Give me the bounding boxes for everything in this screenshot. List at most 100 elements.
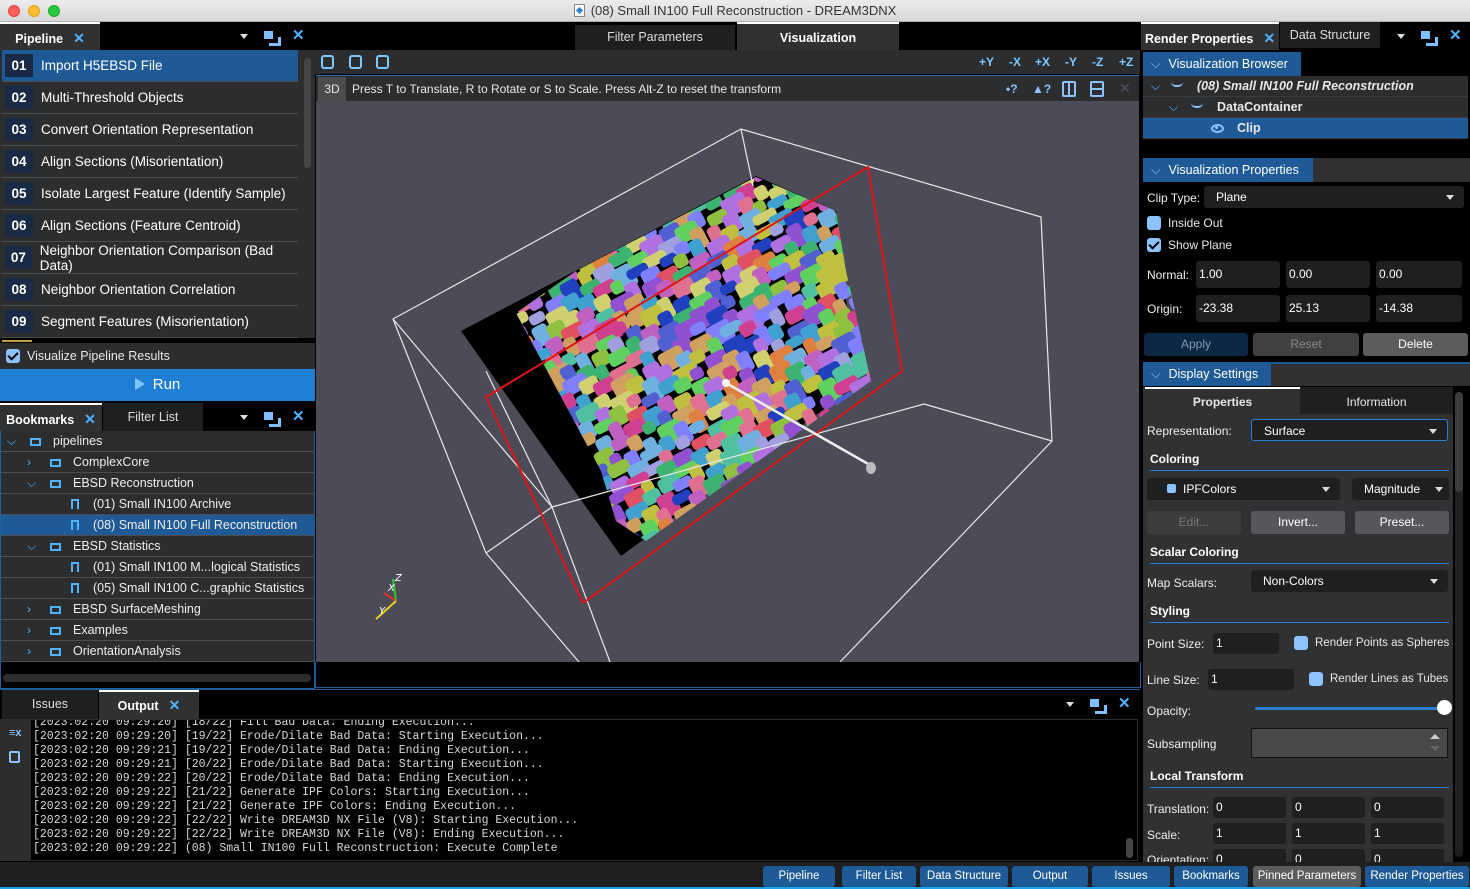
translation-y-field[interactable]: 0 (1292, 797, 1365, 818)
orientation-z-field[interactable]: 0 (1371, 849, 1444, 862)
eye-closed-icon[interactable] (1171, 82, 1183, 87)
line-size-field[interactable]: 1 (1208, 669, 1294, 690)
tab-render-properties[interactable]: Render Properties ✕ (1141, 22, 1279, 50)
chevron-down-icon[interactable]: ⌵ (7, 431, 16, 451)
plane-normal-handle[interactable] (866, 462, 876, 474)
pipeline-item[interactable]: 07 Neighbor Orientation Comparison (Bad D… (2, 242, 298, 274)
tab-filter-parameters[interactable]: Filter Parameters (575, 25, 735, 50)
chevron-right-icon[interactable]: › (27, 452, 31, 472)
float-dock-icon[interactable] (264, 22, 281, 50)
view-minus-y-button[interactable]: -Y (1065, 50, 1077, 74)
normal-z-field[interactable]: 0.00 (1376, 261, 1462, 288)
scale-x-field[interactable]: 1 (1213, 823, 1286, 844)
visualize-pipeline-results-checkbox[interactable]: Visualize Pipeline Results (0, 343, 315, 369)
spin-down-icon[interactable] (1430, 746, 1440, 751)
dock-tab-pipeline[interactable]: Pipeline (763, 866, 835, 887)
camera-cube-icon[interactable] (349, 55, 362, 69)
view-minus-z-button[interactable]: -Z (1092, 50, 1103, 74)
tab-bookmarks[interactable]: Bookmarks ✕ (0, 403, 102, 431)
origin-x-field[interactable]: -23.38 (1196, 295, 1280, 322)
split-vertical-icon[interactable] (1062, 81, 1076, 97)
bookmark-item[interactable]: (01) Small IN100 M...logical Statistics (1, 557, 314, 578)
chevron-right-icon[interactable]: › (27, 620, 31, 640)
close-view-icon[interactable]: ✕ (1119, 80, 1131, 97)
view-mode-badge[interactable]: 3D (318, 76, 346, 101)
dock-tab-render-properties[interactable]: Render Properties (1365, 866, 1469, 887)
camera-cube-icon[interactable] (321, 55, 334, 69)
tab-properties[interactable]: Properties (1145, 387, 1300, 414)
bookmark-folder[interactable]: › OrientationAnalysis (1, 641, 314, 662)
plane-origin-handle[interactable] (722, 379, 730, 387)
view-plus-x-button[interactable]: +X (1035, 50, 1050, 74)
pipeline-item[interactable]: 02 Multi-Threshold Objects (2, 82, 298, 114)
origin-y-field[interactable]: 25.13 (1286, 295, 1370, 322)
camera-cube-icon[interactable] (376, 55, 389, 69)
tab-output[interactable]: Output ✕ (99, 690, 199, 719)
run-button[interactable]: Run (0, 369, 315, 401)
bookmark-item[interactable]: (05) Small IN100 C...graphic Statistics (1, 578, 314, 599)
tab-filter-list[interactable]: Filter List (103, 403, 203, 431)
close-tab-icon[interactable]: ✕ (1263, 30, 1275, 46)
origin-z-field[interactable]: -14.38 (1376, 295, 1462, 322)
coloring-component-select[interactable]: Magnitude (1352, 478, 1449, 500)
dock-tab-output[interactable]: Output (1012, 866, 1088, 887)
bookmark-folder[interactable]: › Examples (1, 620, 314, 641)
zoom-window-button[interactable] (48, 5, 60, 17)
eye-closed-icon[interactable] (1191, 103, 1203, 108)
reset-button[interactable]: Reset (1253, 333, 1359, 356)
view-plus-y-button[interactable]: +Y (979, 50, 994, 74)
view-minus-x-button[interactable]: -X (1009, 50, 1021, 74)
float-dock-icon[interactable] (1421, 22, 1438, 50)
close-tab-icon[interactable]: ✕ (169, 697, 181, 713)
spin-up-icon[interactable] (1430, 734, 1440, 739)
tab-visualization[interactable]: Visualization (737, 22, 899, 50)
point-size-field[interactable]: 1 (1213, 633, 1279, 654)
bookmark-item[interactable]: (01) Small IN100 Archive (1, 494, 314, 515)
vis-item-clip[interactable]: Clip (1143, 118, 1468, 139)
scale-z-field[interactable]: 1 (1371, 823, 1444, 844)
map-scalars-select[interactable]: Non-Colors (1251, 570, 1448, 592)
dock-tab-data-structure[interactable]: Data Structure (920, 866, 1008, 887)
translation-x-field[interactable]: 0 (1213, 797, 1286, 818)
tab-issues[interactable]: Issues (2, 690, 98, 719)
orientation-x-field[interactable]: 0 (1213, 849, 1286, 862)
vis-item-pipeline[interactable]: ⌵ (08) Small IN100 Full Reconstruction (1143, 76, 1468, 97)
pipeline-item[interactable]: 08 Neighbor Orientation Correlation (2, 274, 298, 306)
minimize-window-button[interactable] (28, 5, 40, 17)
bookmark-folder[interactable]: ⌵ EBSD Statistics (1, 536, 314, 557)
chevron-down-icon[interactable]: ⌵ (27, 473, 36, 493)
pipeline-item[interactable]: 03 Convert Orientation Representation (2, 114, 298, 146)
translation-z-field[interactable]: 0 (1371, 797, 1444, 818)
show-plane-checkbox[interactable]: Show Plane (1147, 238, 1232, 252)
dock-tab-pinned-parameters[interactable]: Pinned Parameters (1253, 866, 1361, 887)
dock-tab-issues[interactable]: Issues (1092, 866, 1170, 887)
float-dock-icon[interactable] (1090, 690, 1107, 718)
pipeline-item[interactable]: 01 Import H5EBSD File (2, 50, 298, 82)
pipeline-scrollbar[interactable] (304, 58, 311, 168)
clear-output-icon[interactable]: ≡x (9, 727, 22, 739)
close-dock-icon[interactable]: ✕ (1118, 690, 1131, 718)
bookmark-folder[interactable]: ⌵ EBSD Reconstruction (1, 473, 314, 494)
normal-y-field[interactable]: 0.00 (1286, 261, 1370, 288)
dock-tab-bookmarks[interactable]: Bookmarks (1174, 866, 1248, 887)
float-dock-icon[interactable] (264, 403, 281, 431)
visualization-properties-header[interactable]: ⌵ Visualization Properties (1143, 158, 1313, 182)
split-horizontal-icon[interactable] (1090, 81, 1104, 97)
inside-out-checkbox[interactable]: Inside Out (1147, 216, 1223, 230)
orientation-y-field[interactable]: 0 (1292, 849, 1365, 862)
point-picking-help-icon[interactable]: •? (1006, 82, 1018, 96)
subsampling-spinbox[interactable] (1251, 728, 1448, 758)
dock-menu-icon[interactable] (240, 22, 248, 50)
preset-colormap-button[interactable]: Preset... (1355, 511, 1449, 534)
visualization-browser-header[interactable]: ⌵ Visualization Browser (1143, 52, 1301, 76)
scale-y-field[interactable]: 1 (1292, 823, 1365, 844)
dock-tab-filter-list[interactable]: Filter List (842, 866, 916, 887)
render-lines-tubes-checkbox[interactable]: Render Lines as Tubes (1309, 672, 1448, 686)
opacity-slider[interactable] (1255, 700, 1452, 715)
cell-picking-help-icon[interactable]: ▲? (1032, 82, 1051, 96)
output-log[interactable]: [2023:02:20 09:29:20] [18/22] Fill Bad D… (30, 719, 1138, 861)
display-settings-scrollbar[interactable] (1455, 392, 1463, 857)
output-scrollbar[interactable] (1126, 838, 1133, 858)
pipeline-item[interactable]: 06 Align Sections (Feature Centroid) (2, 210, 298, 242)
close-dock-icon[interactable]: ✕ (1449, 22, 1462, 50)
